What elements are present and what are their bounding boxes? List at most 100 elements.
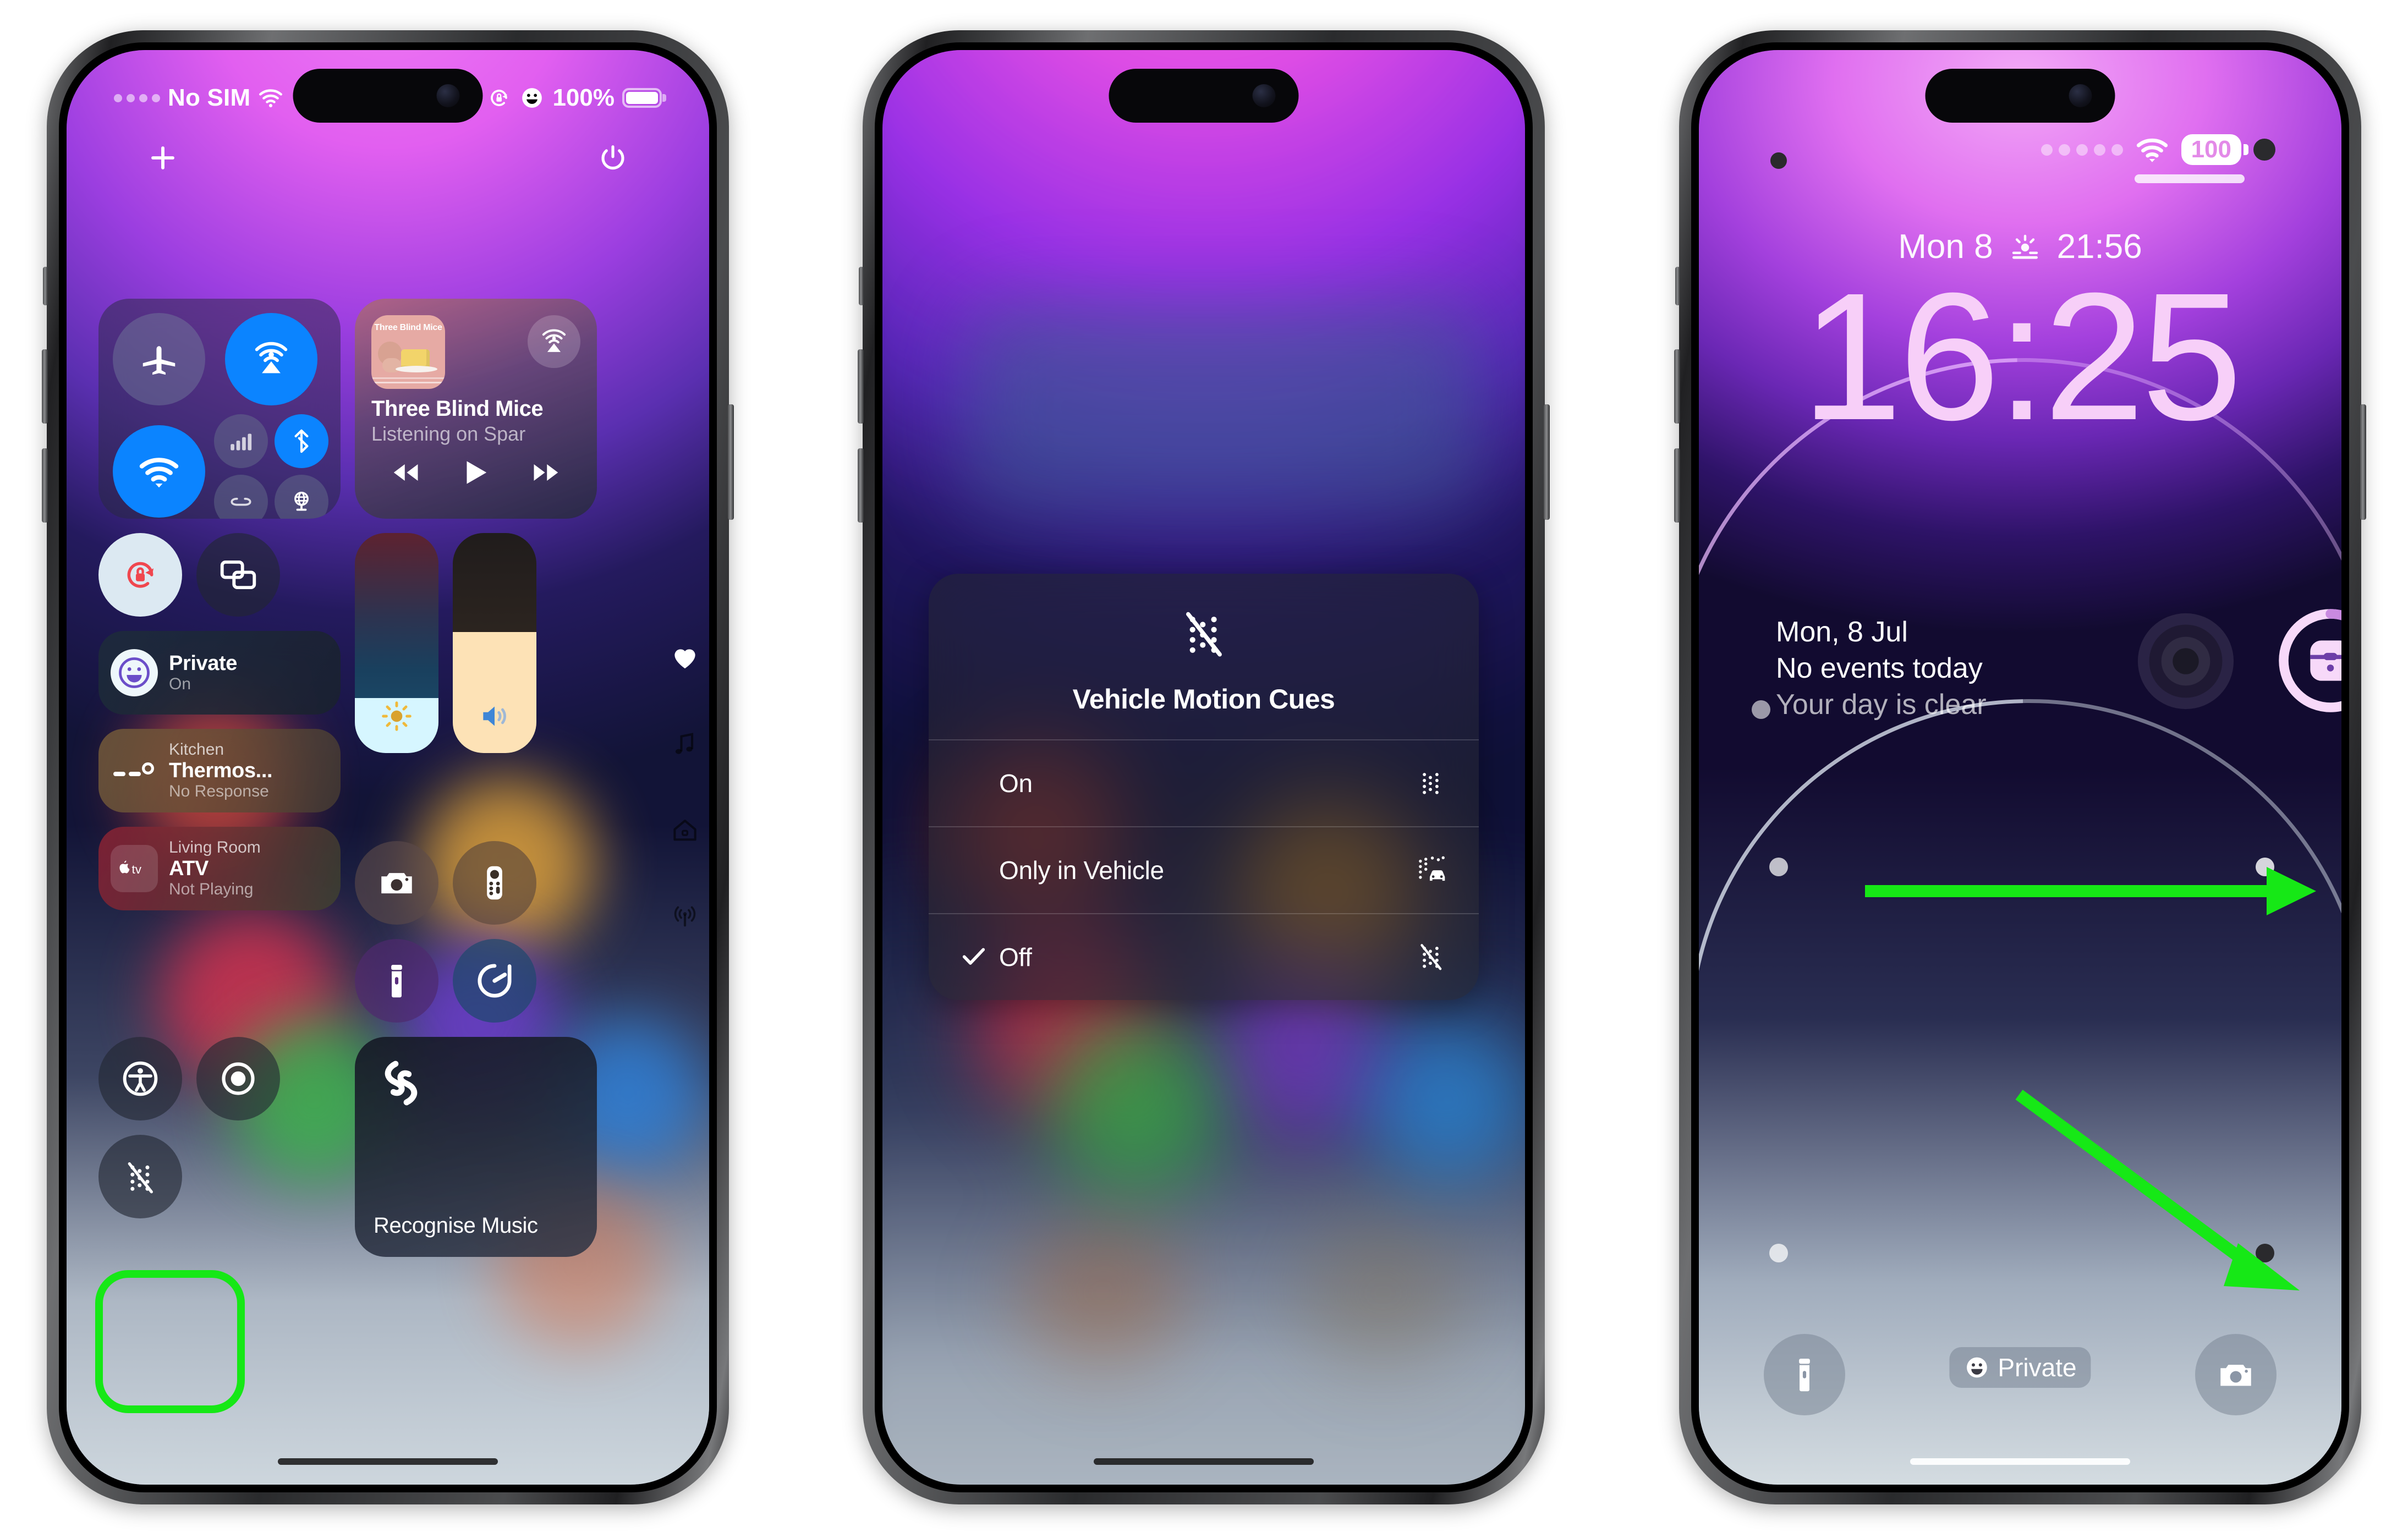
lock-screen-clock: 16:25 bbox=[1801, 255, 2242, 458]
calendar-widget[interactable]: Mon, 8 Jul No events today Your day is c… bbox=[1776, 616, 1987, 721]
camera-button[interactable] bbox=[2195, 1334, 2277, 1415]
airpods-case-icon bbox=[2279, 609, 2341, 712]
smiley-focus-icon bbox=[119, 657, 150, 688]
now-playing-tile[interactable]: Three Blind Mice Three Blind Mice Listen… bbox=[355, 299, 597, 519]
brightness-slider[interactable] bbox=[355, 533, 438, 753]
screen-mirroring-toggle[interactable] bbox=[196, 533, 280, 617]
rotation-lock-icon bbox=[127, 562, 154, 588]
volume-up-button[interactable] bbox=[1674, 349, 1680, 424]
volume-icon bbox=[483, 706, 506, 726]
focus-name: Private bbox=[169, 651, 237, 675]
accessory-room: Living Room bbox=[169, 838, 261, 857]
screenshot-stage: No SIM 100% Three Blind Mice Three Blind… bbox=[0, 0, 2408, 1538]
accessory-text: Living Room ATV Not Playing bbox=[169, 838, 261, 899]
flashlight-button[interactable] bbox=[1764, 1334, 1845, 1415]
cellular-toggle[interactable] bbox=[214, 414, 268, 468]
bezel: No SIM 100% Three Blind Mice Three Blind… bbox=[59, 42, 717, 1492]
accessory-name: ATV bbox=[169, 856, 209, 880]
status-bar-3: 100 bbox=[1699, 133, 2341, 167]
satellite-toggle[interactable] bbox=[214, 475, 268, 519]
accessory-name: Thermos... bbox=[169, 759, 273, 782]
airpods-battery-widget[interactable] bbox=[2275, 606, 2341, 716]
edge-dot-calendar bbox=[1752, 700, 1770, 719]
wifi-toggle[interactable] bbox=[113, 425, 205, 518]
silent-switch[interactable] bbox=[1675, 267, 1680, 305]
flashlight-icon bbox=[1799, 1359, 1810, 1392]
accessory-thermostat[interactable]: Kitchen Thermos... No Response bbox=[98, 729, 341, 812]
voice-memo-button[interactable] bbox=[196, 1037, 280, 1120]
control-centre-top-bar bbox=[67, 136, 709, 180]
calendar-note: Your day is clear bbox=[1776, 689, 1987, 721]
dynamic-island bbox=[1109, 69, 1299, 123]
apple-tv-remote-button[interactable] bbox=[453, 841, 536, 925]
heart-icon[interactable] bbox=[671, 644, 699, 673]
phone-vehicle-motion-menu: Vehicle Motion Cues On Only in Vehicle O… bbox=[858, 30, 1550, 1504]
plus-icon[interactable] bbox=[148, 143, 178, 173]
modal-title: Vehicle Motion Cues bbox=[1072, 684, 1335, 715]
screen-mirroring-icon bbox=[220, 560, 256, 590]
volume-down-button[interactable] bbox=[858, 448, 864, 523]
menu-option-on[interactable]: On bbox=[929, 739, 1479, 826]
connectivity-module[interactable] bbox=[98, 299, 341, 519]
vehicle-motion-cues-off-icon bbox=[128, 1162, 153, 1194]
rotation-lock-toggle[interactable] bbox=[98, 533, 182, 617]
torch-button[interactable] bbox=[355, 939, 438, 1023]
dynamic-island bbox=[293, 69, 483, 123]
wallpaper-pill-accent bbox=[2135, 174, 2245, 183]
sound-recognition-widget[interactable] bbox=[2133, 609, 2238, 713]
timer-button[interactable] bbox=[453, 939, 536, 1023]
broadcast-icon[interactable] bbox=[671, 902, 699, 930]
airplane-mode-toggle[interactable] bbox=[113, 313, 205, 405]
recognise-music-tile[interactable]: Recognise Music bbox=[355, 1037, 597, 1257]
signal-dots-icon bbox=[2041, 144, 2123, 156]
timer-icon bbox=[478, 964, 512, 998]
accessory-text: Kitchen Thermos... No Response bbox=[169, 740, 272, 801]
volume-down-button[interactable] bbox=[42, 448, 48, 523]
front-camera bbox=[436, 84, 460, 107]
home-icon[interactable] bbox=[671, 816, 699, 844]
silent-switch[interactable] bbox=[43, 267, 48, 305]
volume-slider[interactable] bbox=[453, 533, 536, 753]
artwork-title: Three Blind Mice bbox=[374, 323, 442, 332]
fast-forward-icon[interactable] bbox=[530, 456, 563, 489]
volume-up-button[interactable] bbox=[42, 349, 48, 424]
menu-option-only-in-vehicle[interactable]: Only in Vehicle bbox=[929, 826, 1479, 913]
vehicle-motion-cues-off-icon bbox=[1420, 943, 1442, 970]
accessory-apple-tv[interactable]: tv Living Room ATV Not Playing bbox=[98, 827, 341, 910]
volume-down-button[interactable] bbox=[1674, 448, 1680, 523]
calendar-events: No events today bbox=[1776, 652, 1983, 684]
vehicle-motion-cues-off-icon bbox=[1186, 612, 1222, 657]
side-button[interactable] bbox=[1544, 404, 1550, 520]
home-indicator[interactable] bbox=[278, 1458, 498, 1465]
silent-switch[interactable] bbox=[859, 267, 864, 305]
menu-option-off[interactable]: Off bbox=[929, 913, 1479, 1000]
airplay-button[interactable] bbox=[528, 315, 580, 368]
home-indicator[interactable] bbox=[1094, 1458, 1314, 1465]
vehicle-motion-cues-button[interactable] bbox=[98, 1135, 182, 1218]
cc-page-indicators bbox=[671, 644, 699, 930]
accessibility-shortcuts-button[interactable] bbox=[98, 1037, 182, 1120]
power-icon[interactable] bbox=[598, 143, 628, 173]
music-note-icon[interactable] bbox=[671, 730, 699, 759]
focus-tile[interactable]: Private On bbox=[98, 631, 341, 715]
volume-up-button[interactable] bbox=[858, 349, 864, 424]
play-icon[interactable] bbox=[458, 454, 494, 491]
lock-screen-quick-actions bbox=[1699, 1334, 2341, 1415]
vpn-toggle[interactable] bbox=[275, 475, 328, 519]
bluetooth-toggle[interactable] bbox=[275, 414, 328, 468]
side-button[interactable] bbox=[728, 404, 734, 520]
bluetooth-icon bbox=[294, 429, 309, 453]
camera-button[interactable] bbox=[355, 841, 438, 925]
home-indicator[interactable] bbox=[1910, 1458, 2130, 1465]
record-icon bbox=[222, 1062, 255, 1095]
satellite-link-icon bbox=[231, 497, 251, 506]
airdrop-toggle[interactable] bbox=[225, 313, 317, 405]
rewind-icon[interactable] bbox=[389, 456, 422, 489]
phone-control-centre: No SIM 100% Three Blind Mice Three Blind… bbox=[42, 30, 734, 1504]
modal-header: Vehicle Motion Cues bbox=[929, 574, 1479, 739]
side-button[interactable] bbox=[2360, 404, 2366, 520]
wifi-icon bbox=[259, 89, 283, 108]
wifi-icon bbox=[2136, 138, 2168, 162]
airplane-icon bbox=[142, 346, 175, 375]
cc-row-4: Recognise Music bbox=[98, 1037, 677, 1257]
